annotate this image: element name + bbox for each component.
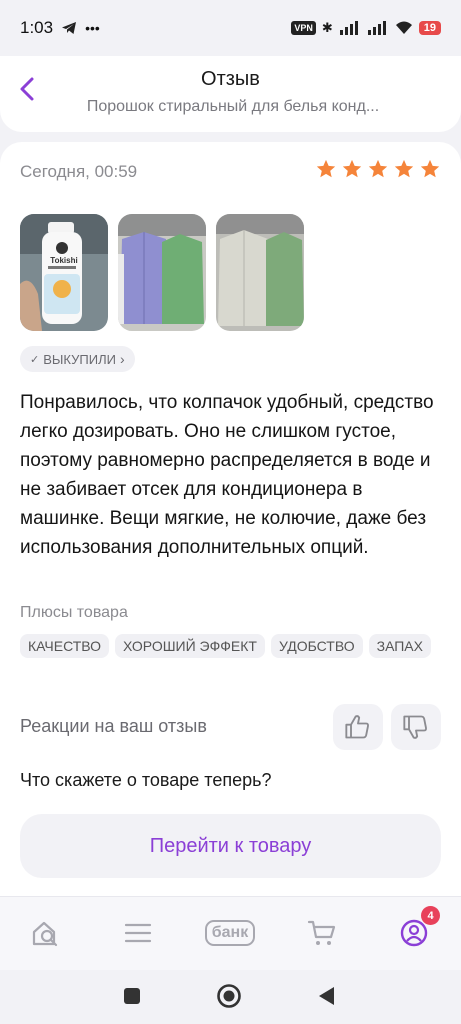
like-button[interactable] — [333, 704, 383, 750]
next-question-text: Что скажете о товаре теперь? — [20, 770, 272, 790]
star-icon — [316, 159, 336, 178]
page-title: Отзыв — [201, 68, 260, 90]
pros-tag: ХОРОШИЙ ЭФФЕКТ — [115, 634, 265, 658]
triangle-back-icon — [319, 987, 334, 1005]
telegram-icon — [62, 22, 77, 34]
purchased-badge[interactable]: ✓ ВЫКУПИЛИ › — [20, 346, 135, 372]
status-bar: 1:03 ••• VPN ✱ 19 — [0, 0, 461, 56]
bank-label: банк — [204, 920, 256, 946]
more-dots-icon: ••• — [85, 20, 100, 36]
home-search-icon — [32, 921, 58, 947]
circle-icon — [217, 984, 241, 1008]
pros-tags: КАЧЕСТВО ХОРОШИЙ ЭФФЕКТ УДОБСТВО ЗАПАХ — [20, 634, 445, 658]
star-icon — [394, 159, 414, 178]
bottle-label: Tokishi — [50, 256, 78, 265]
back-system-button[interactable] — [316, 985, 336, 1007]
reactions-label: Реакции на ваш отзыв — [20, 716, 207, 736]
review-text: Понравилось, что колпачок удобный, средс… — [20, 392, 434, 558]
purchased-label: ВЫКУПИЛИ — [43, 351, 116, 367]
wifi-icon — [395, 21, 412, 34]
square-icon — [124, 988, 140, 1004]
chevron-right-icon: › — [119, 351, 125, 367]
goto-product-button[interactable]: Перейти к товару — [20, 814, 441, 878]
review-card: Сегодня, 00:59 Tokishi ✓ ВЫКУПИЛИ › Понр… — [0, 142, 461, 818]
thumbs-up-icon — [345, 715, 369, 739]
system-nav-bar — [0, 970, 461, 1024]
pros-tag: КАЧЕСТВО — [20, 634, 110, 658]
home-button[interactable] — [216, 983, 242, 1009]
nav-home[interactable] — [26, 915, 66, 951]
menu-icon — [124, 923, 152, 943]
review-date: Сегодня, 00:59 — [20, 162, 138, 181]
signal-icon — [339, 21, 358, 35]
bottom-nav: банк 4 — [0, 896, 461, 970]
rating-stars — [315, 158, 441, 180]
review-photo-bottle[interactable]: Tokishi — [20, 214, 108, 331]
recents-button[interactable] — [122, 986, 142, 1006]
nav-cart[interactable] — [302, 915, 342, 951]
star-icon — [342, 159, 362, 178]
pros-tag: УДОБСТВО — [270, 634, 363, 658]
thumbs-down-icon — [403, 715, 427, 739]
pros-label: Плюсы товара — [20, 604, 128, 621]
review-photo-shirts[interactable] — [118, 214, 206, 331]
vpn-indicator: VPN — [291, 21, 316, 35]
nav-profile[interactable]: 4 — [394, 906, 440, 951]
nav-bank[interactable]: банк — [198, 915, 262, 951]
check-icon: ✓ — [30, 353, 40, 366]
signal-2-icon — [367, 21, 386, 35]
goto-bar: Перейти к товару — [0, 800, 461, 896]
cart-icon — [307, 920, 336, 945]
review-photos: Tokishi — [20, 214, 304, 331]
header: Отзыв Порошок стиральный для белья конд.… — [0, 56, 461, 132]
profile-notification-badge: 4 — [421, 906, 440, 925]
star-icon — [420, 159, 440, 178]
battery-indicator: 19 — [418, 21, 441, 35]
star-icon — [368, 159, 388, 178]
status-time: 1:03 — [20, 18, 54, 37]
dislike-button[interactable] — [391, 704, 441, 750]
nav-catalog[interactable] — [118, 915, 158, 951]
bluetooth-icon: ✱ — [321, 20, 333, 35]
product-subtitle[interactable]: Порошок стиральный для белья конд... — [58, 98, 408, 116]
review-photo-shirts-2[interactable] — [216, 214, 304, 331]
pros-tag: ЗАПАХ — [368, 634, 431, 658]
